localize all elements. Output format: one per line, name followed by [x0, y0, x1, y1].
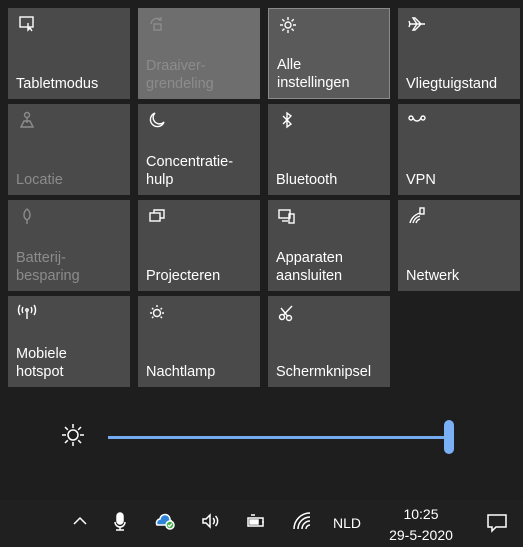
clock-time: 10:25	[403, 506, 439, 522]
tile-label: Bluetooth	[276, 172, 338, 188]
tile-label: Schermknipsel	[276, 364, 372, 380]
tile-vpn[interactable]: VPN	[398, 104, 520, 195]
tile-night-light[interactable]: Nachtlamp	[138, 296, 260, 387]
tile-label-line: Draaiver-	[146, 58, 206, 74]
notification-icon[interactable]	[484, 510, 510, 536]
tile-label-line: instellingen	[277, 75, 350, 91]
snip-icon	[276, 302, 298, 324]
moon-icon	[146, 110, 168, 132]
tile-bluetooth[interactable]: Bluetooth	[268, 104, 390, 195]
tile-network[interactable]: Netwerk	[398, 200, 520, 291]
tile-label-line: aansluiten	[276, 268, 343, 284]
tile-label-line: Batterij-	[16, 250, 66, 266]
hotspot-icon	[16, 302, 38, 324]
tile-location[interactable]: Locatie	[8, 104, 130, 195]
tile-focus-assist[interactable]: Concentratie- hulp	[138, 104, 260, 195]
tile-label-line: hotspot	[16, 364, 64, 380]
tile-label-line: Mobiele	[16, 346, 67, 362]
tile-label: Netwerk	[406, 268, 460, 284]
connect-icon	[276, 206, 298, 228]
tile-label-line: hulp	[146, 172, 174, 188]
tile-tablet-mode[interactable]: Tabletmodus	[8, 8, 130, 99]
tile-label: Tabletmodus	[16, 76, 99, 92]
vpn-icon	[406, 110, 428, 132]
tile-label: VPN	[406, 172, 436, 188]
brightness-control	[0, 410, 523, 460]
tile-label: Apparaten aansluiten	[276, 249, 386, 285]
tablet-mode-icon	[16, 14, 38, 36]
airplane-icon	[406, 14, 428, 36]
onedrive-icon[interactable]	[153, 510, 177, 536]
tile-snip[interactable]: Schermknipsel	[268, 296, 390, 387]
tile-mobile-hotspot[interactable]: Mobiele hotspot	[8, 296, 130, 387]
battery-icon[interactable]	[244, 510, 268, 536]
project-icon	[146, 206, 168, 228]
sun-icon	[60, 422, 86, 448]
tile-airplane-mode[interactable]: Vliegtuigstand	[398, 8, 520, 99]
network-icon	[406, 206, 428, 228]
microphone-icon[interactable]	[108, 510, 132, 536]
location-icon	[16, 110, 38, 132]
wifi-icon[interactable]	[290, 510, 314, 536]
rotation-lock-icon	[146, 14, 168, 36]
language-indicator[interactable]: NLD	[333, 515, 361, 531]
tile-label: Nachtlamp	[146, 364, 216, 380]
gear-icon	[277, 15, 299, 37]
tile-label: Projecteren	[146, 268, 221, 284]
tile-label: Draaiver- grendeling	[146, 57, 256, 93]
tile-label: Locatie	[16, 172, 63, 188]
action-center-panel: Tabletmodus Draaiver- grendeling Alle in…	[0, 0, 523, 500]
tile-label-line: Concentratie-	[146, 154, 234, 170]
brightness-slider-track[interactable]	[108, 436, 454, 439]
tile-all-settings[interactable]: Alle instellingen	[268, 8, 390, 99]
tile-label-line: Apparaten	[276, 250, 343, 266]
tile-label-line: grendeling	[146, 76, 214, 92]
tile-label: Batterij- besparing	[16, 249, 126, 285]
tile-project[interactable]: Projecteren	[138, 200, 260, 291]
tile-label-line: besparing	[16, 268, 80, 284]
brightness-slider-thumb[interactable]	[444, 420, 454, 454]
chevron-up-icon[interactable]	[68, 510, 92, 536]
clock[interactable]: 10:25 29-5-2020	[381, 504, 461, 546]
battery-saver-icon	[16, 206, 38, 228]
clock-date: 29-5-2020	[389, 527, 453, 543]
volume-icon[interactable]	[199, 510, 223, 536]
tile-label: Concentratie- hulp	[146, 153, 256, 189]
tile-rotation-lock[interactable]: Draaiver- grendeling	[138, 8, 260, 99]
night-light-icon	[146, 302, 168, 324]
bluetooth-icon	[276, 110, 298, 132]
tile-label: Vliegtuigstand	[406, 76, 498, 92]
tile-label: Mobiele hotspot	[16, 345, 126, 381]
tile-battery-saver[interactable]: Batterij- besparing	[8, 200, 130, 291]
tile-connect[interactable]: Apparaten aansluiten	[268, 200, 390, 291]
tile-label: Alle instellingen	[277, 56, 385, 92]
taskbar: NLD 10:25 29-5-2020	[0, 500, 523, 547]
tile-label-line: Alle	[277, 57, 302, 73]
